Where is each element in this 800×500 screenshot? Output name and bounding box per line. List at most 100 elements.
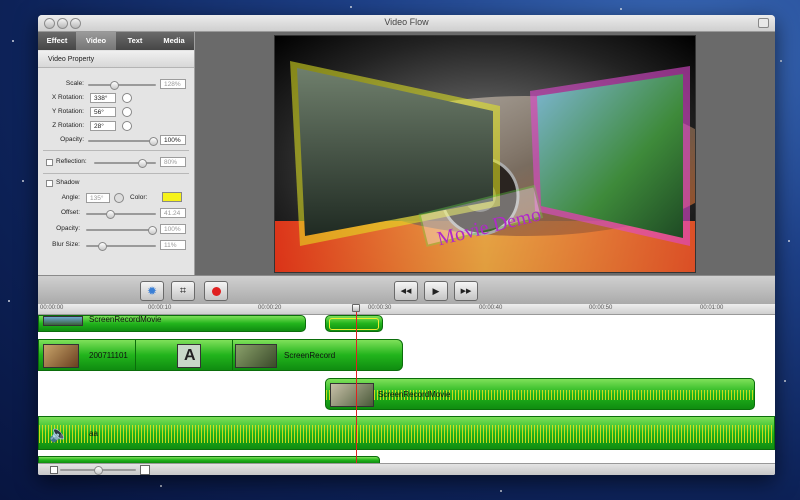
ruler-tick-label: 00:00:40 xyxy=(479,305,503,311)
section-video-property: Video Property xyxy=(38,51,194,68)
clip-divider xyxy=(232,340,233,370)
z-rotation-label: Z Rotation: xyxy=(52,122,84,129)
crop-icon: ⌗ xyxy=(179,284,187,297)
opacity-label: Opacity: xyxy=(60,136,84,143)
speaker-icon: 🔈 xyxy=(49,426,69,443)
playhead-handle[interactable] xyxy=(352,304,360,312)
y-rotation-label: Y Rotation: xyxy=(51,108,84,115)
clip-selection-outline xyxy=(329,318,379,330)
z-rotation-dial[interactable] xyxy=(122,121,132,131)
clip-name: ScreenRecordMovie xyxy=(89,315,162,324)
shadow-color-swatch[interactable] xyxy=(162,192,182,202)
tab-bar: Effect Video Text Media xyxy=(38,32,194,50)
video-preview[interactable]: Movie Demo xyxy=(274,35,696,273)
clip-thumbnail xyxy=(330,383,374,407)
clip-name-screenrecord: ScreenRecord xyxy=(284,351,336,360)
play-button[interactable]: ▶ xyxy=(424,281,448,301)
x-rotation-field[interactable]: 338° xyxy=(90,93,116,103)
opacity-value[interactable]: 100% xyxy=(160,135,186,145)
ruler-tick-label: 00:00:20 xyxy=(258,305,282,311)
ruler-tick-label: 00:00:00 xyxy=(40,305,64,311)
shadow-opacity-value[interactable]: 100% xyxy=(160,224,186,234)
settings-button[interactable]: ✹ xyxy=(140,281,164,301)
tab-text[interactable]: Text xyxy=(116,32,154,50)
angle-label: Angle: xyxy=(61,194,80,201)
zoom-bar xyxy=(38,463,775,475)
blur-size-slider-knob[interactable] xyxy=(98,242,107,251)
opacity-slider-knob[interactable] xyxy=(149,137,158,146)
text-clip-thumbnail: A xyxy=(177,344,201,368)
scale-label: Scale: xyxy=(65,80,84,87)
zoom-out-icon[interactable] xyxy=(50,466,58,474)
clip-track2[interactable]: 200711101 A ScreenRecord xyxy=(38,339,403,371)
timeline-ruler[interactable]: 00:00:00 00:00:10 00:00:20 00:00:30 00:0… xyxy=(38,304,775,315)
zoom-in-icon[interactable] xyxy=(140,465,150,475)
shadow-color-label: Color: xyxy=(130,194,148,201)
app-window: Video Flow Effect Video Text Media Video… xyxy=(38,15,775,475)
fast-forward-button[interactable]: ▶▶ xyxy=(454,281,478,301)
zoom-slider-knob[interactable] xyxy=(94,466,103,475)
play-icon: ▶ xyxy=(432,285,440,296)
shadow-label: Shadow xyxy=(56,179,80,186)
reflection-checkbox[interactable] xyxy=(46,159,53,166)
clip-thumbnail xyxy=(235,344,277,368)
opacity-slider[interactable] xyxy=(88,137,158,146)
reflection-slider-knob[interactable] xyxy=(138,159,147,168)
x-rotation-label: X Rotation: xyxy=(51,94,84,101)
y-rotation-field[interactable]: 56° xyxy=(90,107,116,117)
divider xyxy=(43,150,189,151)
z-rotation-field[interactable]: 28° xyxy=(90,121,116,131)
tab-video[interactable]: Video xyxy=(76,32,116,50)
blur-size-slider[interactable] xyxy=(86,242,156,251)
clip-thumbnail xyxy=(43,344,79,368)
ruler-tick-label: 00:00:10 xyxy=(148,305,172,311)
tab-media[interactable]: Media xyxy=(154,32,194,50)
shadow-opacity-slider-knob[interactable] xyxy=(148,226,157,235)
letter-a-icon: A xyxy=(184,347,196,364)
clip-name: ScreenRecordMovie xyxy=(378,390,451,399)
offset-value[interactable]: 41.24 xyxy=(160,208,186,218)
scale-slider-knob[interactable] xyxy=(110,81,119,90)
ruler-tick-label: 00:01:00 xyxy=(700,305,724,311)
clip-name: aa xyxy=(89,429,98,438)
clip-audio-track[interactable]: 🔈 aa xyxy=(38,416,775,450)
clip-screenrecordmovie-top[interactable]: ScreenRecordMovie xyxy=(38,315,306,332)
audio-waveform xyxy=(39,425,774,443)
zoom-slider[interactable] xyxy=(60,466,136,475)
toolbar: ✹ ⌗ ◀◀ ▶ ▶▶ xyxy=(38,275,775,305)
reflection-value[interactable]: 80% xyxy=(160,157,186,167)
gear-icon: ✹ xyxy=(146,284,158,298)
divider xyxy=(43,173,189,174)
crop-button[interactable]: ⌗ xyxy=(171,281,195,301)
fast-forward-icon: ▶▶ xyxy=(460,288,472,295)
shadow-opacity-label: Opacity: xyxy=(56,225,80,232)
rewind-button[interactable]: ◀◀ xyxy=(394,281,418,301)
scale-slider[interactable] xyxy=(88,81,156,90)
clip-name-200711101: 200711101 xyxy=(89,351,128,360)
blur-size-label: Blur Size: xyxy=(52,241,80,248)
scale-value[interactable]: 128% xyxy=(160,79,186,89)
y-rotation-dial[interactable] xyxy=(122,107,132,117)
rewind-icon: ◀◀ xyxy=(400,288,412,295)
reflection-slider[interactable] xyxy=(94,159,156,168)
inspector-panel: Effect Video Text Media Video Property S… xyxy=(38,32,195,275)
angle-dial[interactable] xyxy=(114,193,124,203)
shadow-checkbox[interactable] xyxy=(46,180,53,187)
ruler-tick-label: 00:00:50 xyxy=(589,305,613,311)
shadow-opacity-slider[interactable] xyxy=(86,226,157,235)
ruler-tick-label: 00:00:30 xyxy=(368,305,392,311)
clip-track3[interactable]: ScreenRecordMovie xyxy=(325,378,755,410)
fullscreen-icon[interactable] xyxy=(758,18,769,28)
reflection-label: Reflection: xyxy=(56,158,87,165)
blur-size-value[interactable]: 11% xyxy=(160,240,186,250)
window-title: Video Flow xyxy=(384,17,429,27)
record-button[interactable] xyxy=(204,281,228,301)
playhead-line[interactable] xyxy=(356,304,357,475)
angle-field[interactable]: 135° xyxy=(86,193,110,203)
tab-effect[interactable]: Effect xyxy=(38,32,76,50)
x-rotation-dial[interactable] xyxy=(122,93,132,103)
clip-selected-segment[interactable] xyxy=(325,315,383,332)
offset-slider[interactable] xyxy=(86,210,156,219)
title-bar: Video Flow xyxy=(38,15,775,32)
offset-slider-knob[interactable] xyxy=(106,210,115,219)
